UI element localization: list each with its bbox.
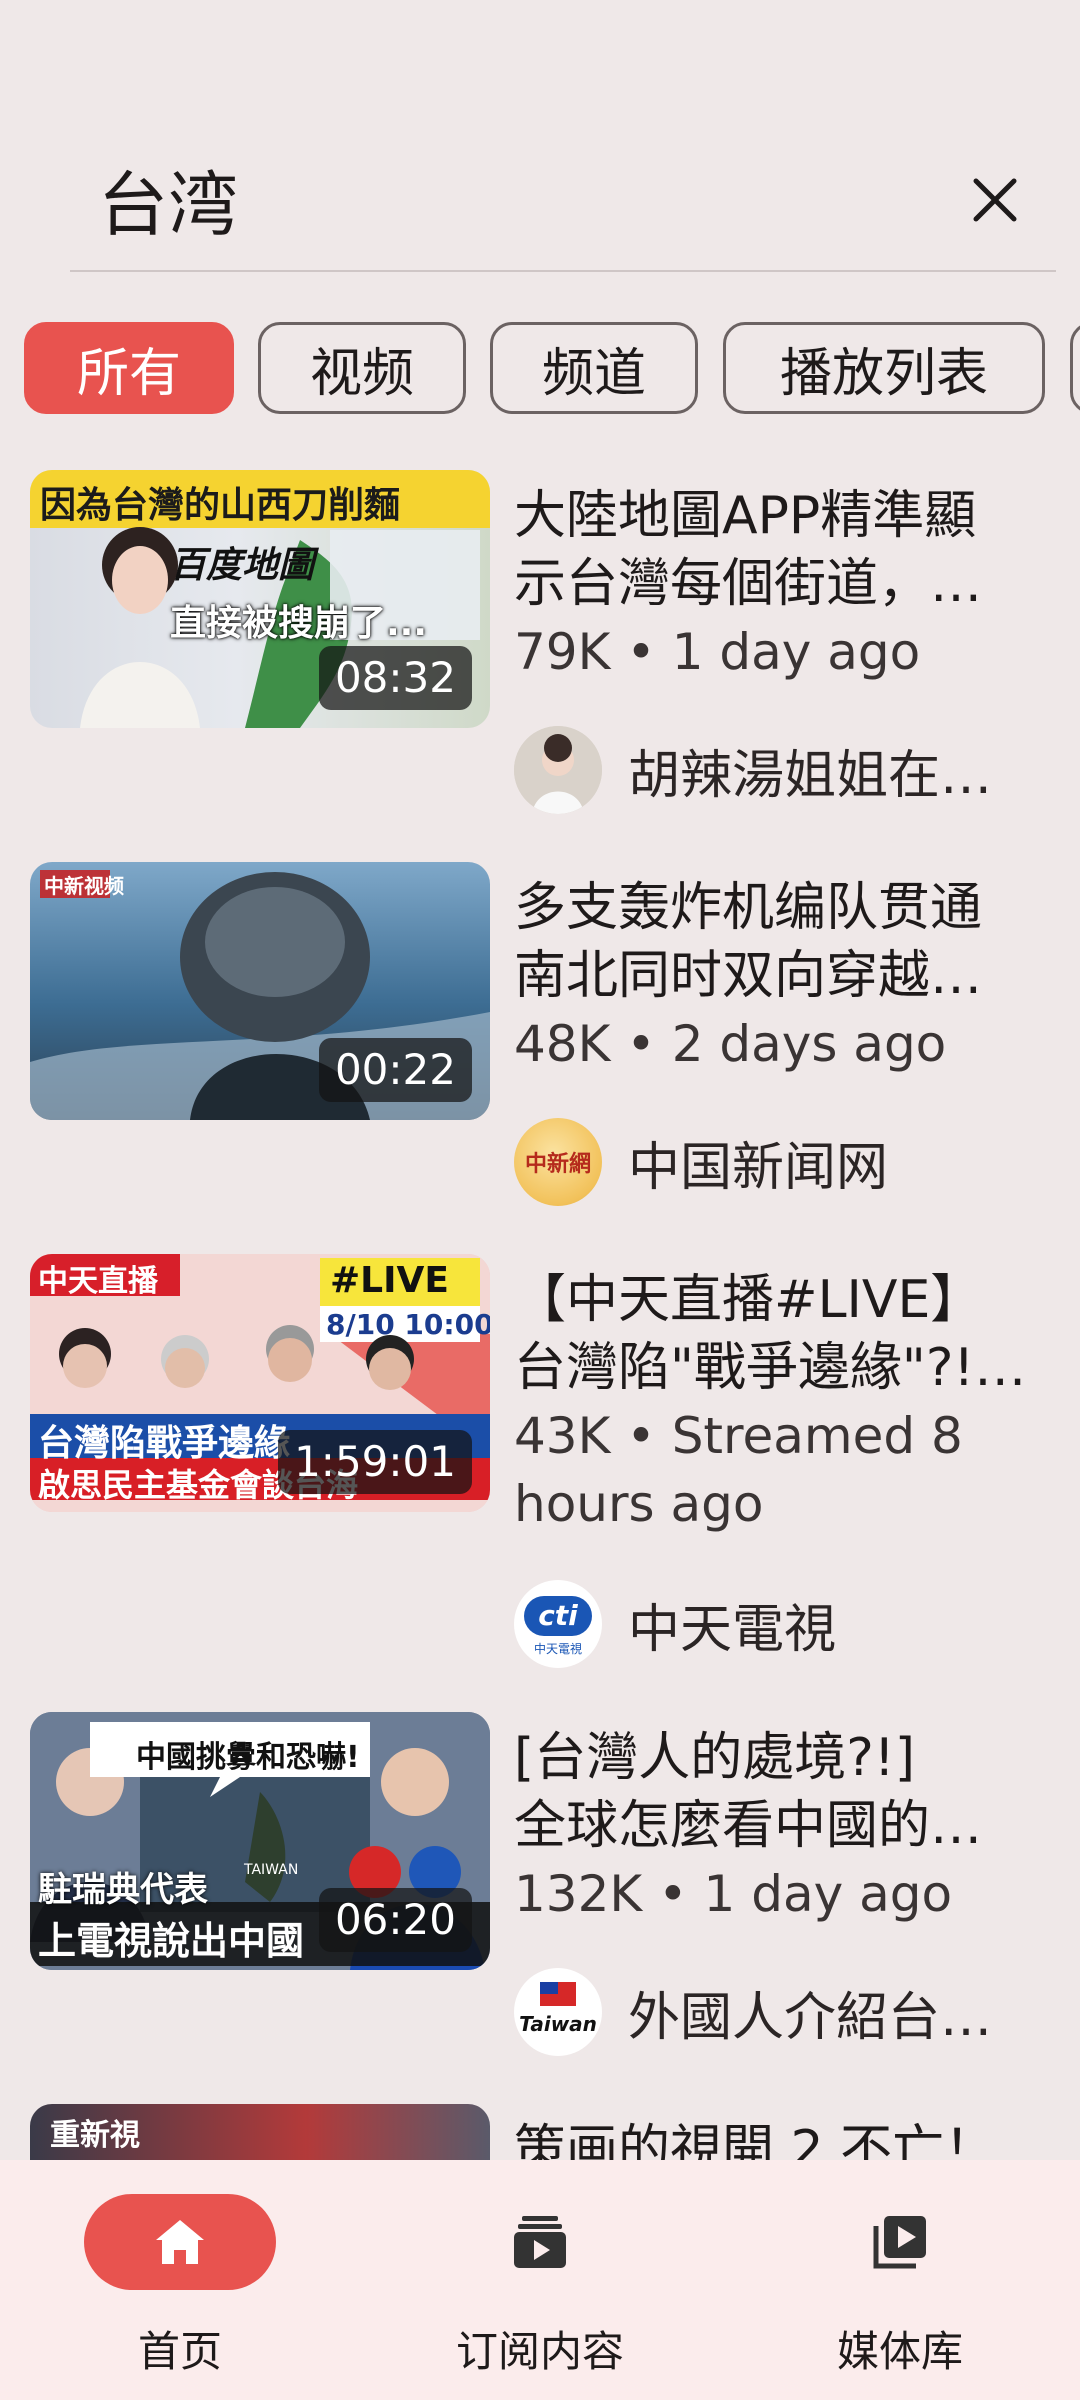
channel-name: 外國人介紹台… bbox=[628, 1987, 993, 2048]
results-list: 因為台灣的山西刀削麵 百度地圖 直接被搜崩了... 08:32 大陸地圖APP精… bbox=[0, 470, 1080, 2160]
search-header: 台湾 bbox=[0, 0, 1080, 280]
video-title-line: [台灣人的處境?!] bbox=[514, 1728, 916, 1788]
video-meta-line: 43K • Streamed 8 bbox=[514, 1407, 963, 1465]
video-title-line: 示台灣每個街道，… bbox=[514, 554, 983, 614]
video-thumbnail[interactable]: 重新視 bbox=[30, 2104, 490, 2160]
thumbnail-caption-top: 中天直播 bbox=[38, 1264, 158, 1299]
avatar-text: cti bbox=[524, 1596, 592, 1636]
flag-icon bbox=[540, 1982, 576, 2006]
close-button[interactable] bbox=[960, 165, 1030, 235]
video-result[interactable]: 中國挑釁和恐嚇! 駐瑞典代表 上電視說出中國 TAIWAN 06:20 [台灣人… bbox=[0, 1712, 1080, 2072]
subscriptions-icon bbox=[514, 2216, 566, 2268]
close-icon bbox=[973, 178, 1017, 222]
thumbnail-caption-mid: 百度地圖 bbox=[170, 545, 315, 586]
avatar-text: Taiwan bbox=[519, 2012, 597, 2036]
video-duration: 1:59:01 bbox=[278, 1430, 472, 1494]
video-thumbnail[interactable]: 中國挑釁和恐嚇! 駐瑞典代表 上電視說出中國 TAIWAN 06:20 bbox=[30, 1712, 490, 1970]
video-title[interactable]: 【中天直播#LIVE】 台灣陷"戰爭邊緣"?!… bbox=[514, 1266, 1034, 1402]
thumbnail-map-label: TAIWAN bbox=[244, 1862, 299, 1878]
video-title-line: 台灣陷"戰爭邊緣"?!… bbox=[514, 1338, 1027, 1398]
nav-active-indicator bbox=[84, 2194, 276, 2290]
video-title-line: 南北同时双向穿越… bbox=[514, 946, 983, 1006]
video-meta: 43K • Streamed 8 hours ago bbox=[514, 1402, 1034, 1538]
thumbnail-caption-mid: 駐瑞典代表 bbox=[38, 1870, 208, 1910]
filter-chip-videos[interactable]: 视频 bbox=[258, 322, 466, 414]
video-thumbnail[interactable]: 中天直播 #LIVE 8/10 10:00 台灣陷戰爭邊緣 啟思民主基金會談台海… bbox=[30, 1254, 490, 1512]
video-result[interactable]: 中天直播 #LIVE 8/10 10:00 台灣陷戰爭邊緣 啟思民主基金會談台海… bbox=[0, 1254, 1080, 1704]
video-duration: 06:20 bbox=[318, 1888, 472, 1952]
channel-avatar[interactable]: 中新網 bbox=[514, 1118, 602, 1206]
channel-avatar[interactable]: Taiwan bbox=[514, 1968, 602, 2056]
filter-chip-all[interactable]: 所有 bbox=[24, 322, 234, 414]
filter-chips: 所有 视频 频道 播放列表 bbox=[0, 322, 1080, 422]
library-icon bbox=[873, 2216, 926, 2269]
channel-avatar[interactable]: cti 中天電視 bbox=[514, 1580, 602, 1668]
channel-avatar[interactable] bbox=[514, 726, 602, 814]
video-title-line: 【中天直播#LIVE】 bbox=[514, 1270, 983, 1330]
video-duration: 00:22 bbox=[318, 1038, 472, 1102]
channel-row[interactable]: cti 中天電視 中天電視 bbox=[514, 1578, 836, 1670]
filter-chip-playlists[interactable]: 播放列表 bbox=[723, 322, 1045, 414]
channel-row[interactable]: Taiwan 外國人介紹台… bbox=[514, 1966, 992, 2058]
video-title-line: 策画的視開 2 不亡！ bbox=[514, 2120, 997, 2160]
thumbnail-caption-top: 因為台灣的山西刀削麵 bbox=[40, 485, 401, 526]
thumbnail-live-label: #LIVE bbox=[330, 1260, 449, 1301]
video-meta-line: hours ago bbox=[514, 1475, 764, 1533]
nav-item-home[interactable]: 首页 bbox=[30, 2194, 330, 2384]
home-icon bbox=[156, 2220, 204, 2264]
nav-label: 媒体库 bbox=[836, 2327, 963, 2376]
nav-item-library[interactable]: 媒体库 bbox=[750, 2194, 1050, 2384]
avatar-image bbox=[514, 726, 602, 814]
video-title-line: 大陸地圖APP精準顯 bbox=[514, 486, 977, 546]
nav-item-subscriptions[interactable]: 订阅内容 bbox=[390, 2194, 690, 2384]
channel-name: 中国新闻网 bbox=[628, 1137, 889, 1198]
bottom-navigation: 首页 订阅内容 媒体库 bbox=[0, 2160, 1080, 2400]
video-title-line: 全球怎麼看中國的… bbox=[514, 1796, 983, 1856]
channel-row[interactable]: 中新網 中国新闻网 bbox=[514, 1116, 888, 1208]
thumbnail-caption-mid: 台灣陷戰爭邊緣 bbox=[38, 1423, 291, 1464]
video-title[interactable]: 策画的視開 2 不亡！ bbox=[514, 2116, 1034, 2160]
video-meta: 132K • 1 day ago bbox=[514, 1865, 953, 1923]
video-result[interactable]: 重新視 策画的視開 2 不亡！ bbox=[0, 2104, 1080, 2160]
video-title[interactable]: [台灣人的處境?!] 全球怎麼看中國的… bbox=[514, 1724, 1034, 1860]
nav-label: 首页 bbox=[137, 2327, 222, 2376]
thumbnail-caption-bottom: 上電視說出中國 bbox=[38, 1919, 305, 1963]
search-divider bbox=[70, 270, 1056, 272]
video-title-line: 多支轰炸机编队贯通 bbox=[514, 878, 983, 938]
thumbnail-time: 8/10 10:00 bbox=[326, 1308, 490, 1341]
channel-name: 胡辣湯姐姐在… bbox=[628, 745, 993, 806]
video-meta: 48K • 2 days ago bbox=[514, 1015, 947, 1073]
avatar-text: 中新網 bbox=[524, 1151, 591, 1177]
avatar-subtext: 中天電視 bbox=[533, 1642, 582, 1656]
video-thumbnail[interactable]: 因為台灣的山西刀削麵 百度地圖 直接被搜崩了... 08:32 bbox=[30, 470, 490, 728]
video-title[interactable]: 多支轰炸机编队贯通 南北同时双向穿越… bbox=[514, 874, 1034, 1010]
video-thumbnail[interactable]: 中新视频 00:22 bbox=[30, 862, 490, 1120]
thumbnail-caption-bottom: 直接被搜崩了... bbox=[170, 603, 428, 644]
video-result[interactable]: 中新视频 00:22 多支轰炸机编队贯通 南北同时双向穿越… 48K • 2 d… bbox=[0, 862, 1080, 1222]
channel-name: 中天電視 bbox=[628, 1599, 837, 1660]
search-query[interactable]: 台湾 bbox=[98, 160, 238, 250]
nav-label: 订阅内容 bbox=[455, 2327, 624, 2376]
video-result[interactable]: 因為台灣的山西刀削麵 百度地圖 直接被搜崩了... 08:32 大陸地圖APP精… bbox=[0, 470, 1080, 830]
video-title[interactable]: 大陸地圖APP精準顯 示台灣每個街道，… bbox=[514, 482, 1034, 618]
channel-row[interactable]: 胡辣湯姐姐在… bbox=[514, 724, 992, 816]
thumbnail-caption-top: 重新視 bbox=[50, 2118, 140, 2153]
filter-chip-channels[interactable]: 频道 bbox=[490, 322, 698, 414]
thumbnail-caption-top: 中國挑釁和恐嚇! bbox=[136, 1740, 360, 1775]
thumbnail-caption-top: 中新视频 bbox=[44, 874, 124, 898]
video-meta: 79K • 1 day ago bbox=[514, 623, 921, 681]
filter-chip-more[interactable] bbox=[1070, 322, 1080, 414]
video-duration: 08:32 bbox=[318, 646, 472, 710]
